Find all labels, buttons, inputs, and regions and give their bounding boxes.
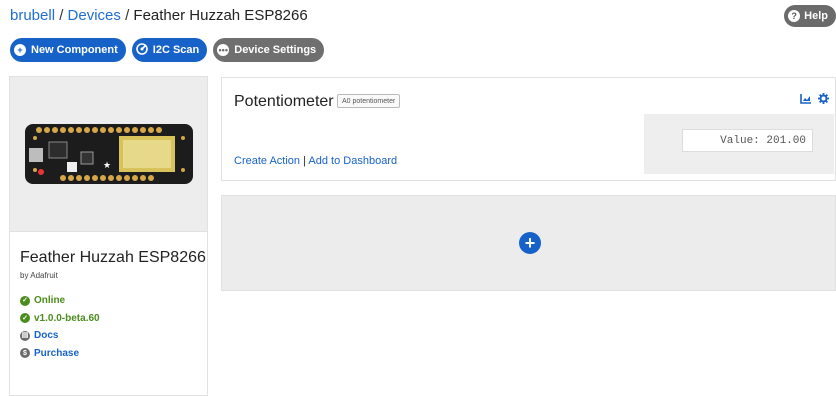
gear-icon[interactable] (818, 91, 829, 109)
component-title: Potentiometer (234, 93, 334, 110)
purchase-link[interactable]: $ Purchase (20, 345, 207, 363)
svg-text:★: ★ (103, 161, 111, 171)
component-tag-badge: A0 potentiometer (337, 94, 401, 108)
device-status-list: ✓ Online ✓ v1.0.0-beta.60 ▤ Docs $ Purch… (20, 292, 207, 362)
status-online-label: Online (34, 295, 66, 307)
page-title: Feather Huzzah ESP8266 (133, 7, 308, 24)
add-component-button[interactable]: + (519, 232, 541, 254)
i2c-scan-label: I2C Scan (152, 44, 200, 56)
device-settings-label: Device Settings (234, 44, 317, 56)
new-component-label: New Component (31, 44, 118, 56)
more-icon: ••• (217, 44, 230, 56)
chart-icon[interactable] (800, 91, 812, 109)
book-icon: ▤ (20, 330, 30, 341)
component-icons (800, 91, 829, 109)
status-firmware-version: ✓ v1.0.0-beta.60 (20, 310, 207, 328)
status-online: ✓ Online (20, 292, 207, 310)
add-component-panel: + (221, 195, 836, 291)
device-card: ★ Feather Huzzah ESP8266 by Adafruit ✓ O… (9, 76, 208, 396)
dollar-icon: $ (20, 348, 30, 359)
scan-icon (135, 42, 148, 58)
new-component-button[interactable]: + New Component (10, 38, 126, 62)
component-actions: Create Action | Add to Dashboard (234, 155, 397, 167)
check-icon: ✓ (20, 295, 30, 306)
help-button[interactable]: ? Help (784, 5, 836, 27)
question-icon: ? (788, 10, 801, 22)
i2c-scan-button[interactable]: I2C Scan (131, 38, 208, 62)
device-toolbar: + New Component I2C Scan ••• Device Sett… (10, 38, 325, 62)
breadcrumb-separator: / (120, 7, 134, 24)
component-value-display: Value: 201.00 (682, 129, 813, 152)
breadcrumb: brubell / Devices / Feather Huzzah ESP82… (10, 7, 308, 24)
create-action-link[interactable]: Create Action (234, 155, 300, 167)
value-panel: Value: 201.00 (644, 114, 834, 174)
plus-icon: + (14, 44, 26, 56)
device-board-image: ★ (10, 77, 207, 232)
device-name: Feather Huzzah ESP8266 (20, 249, 206, 266)
device-manufacturer: by Adafruit (20, 271, 58, 280)
status-firmware-label: v1.0.0-beta.60 (34, 312, 100, 324)
add-to-dashboard-link[interactable]: Add to Dashboard (308, 155, 397, 167)
component-card: Potentiometer A0 potentiometer Create Ac… (221, 77, 836, 181)
check-icon: ✓ (20, 313, 30, 324)
breadcrumb-separator: / (55, 7, 68, 24)
purchase-label: Purchase (34, 347, 80, 359)
device-settings-button[interactable]: ••• Device Settings (213, 38, 325, 62)
breadcrumb-user-link[interactable]: brubell (10, 7, 55, 24)
breadcrumb-devices-link[interactable]: Devices (68, 7, 121, 24)
docs-link[interactable]: ▤ Docs (20, 327, 207, 345)
help-label: Help (804, 10, 828, 22)
docs-label: Docs (34, 330, 59, 342)
